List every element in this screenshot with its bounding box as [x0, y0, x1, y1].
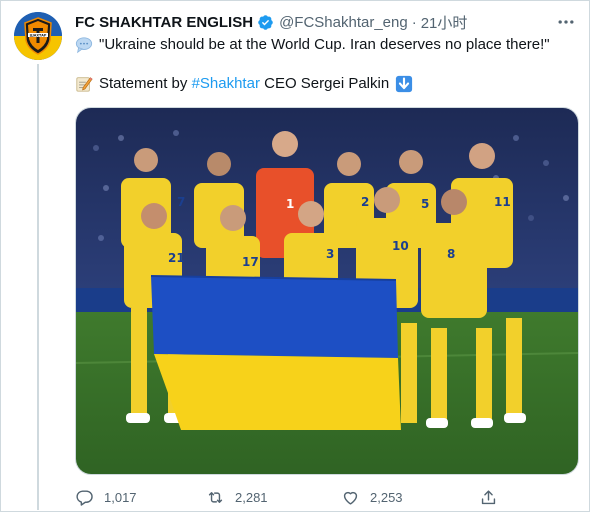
handle[interactable]: @FCShakhtar_eng: [279, 14, 408, 31]
heart-icon: [343, 491, 358, 505]
tweet-header: FC SHAKHTAR ENGLISH @FCShakhtar_eng · 21…: [75, 12, 467, 32]
jersey-number: 3: [326, 247, 334, 261]
tweet-text-line-2: Statement by #Shakhtar CEO Sergei Palkin: [75, 74, 413, 94]
down-arrow-icon: [396, 75, 413, 93]
avatar-column: ШАХТАР: [14, 12, 62, 60]
retweet-count: 2,281: [235, 489, 268, 505]
hashtag-link[interactable]: #Shakhtar: [192, 74, 260, 94]
reply-icon: [76, 489, 93, 506]
share-icon: [481, 489, 496, 504]
speech-balloon-icon: [75, 37, 93, 54]
like-count: 2,253: [370, 489, 403, 505]
display-name[interactable]: FC SHAKHTAR ENGLISH: [75, 14, 253, 31]
jersey-number: 10: [392, 239, 409, 253]
reply-count: 1,017: [104, 489, 137, 505]
statement-prefix: Statement by: [99, 75, 192, 92]
shakhtar-crest-icon: ШАХТАР: [14, 12, 62, 60]
jersey-number: 17: [242, 255, 259, 269]
more-options-icon[interactable]: [556, 12, 576, 32]
jersey-number: 8: [447, 247, 455, 261]
like-button[interactable]: 2,253: [341, 486, 403, 508]
jersey-number: 11: [494, 195, 511, 209]
avatar-lettering: ШАХТАР: [30, 33, 47, 37]
jersey-number: 21: [168, 251, 185, 265]
thread-line: [37, 64, 39, 510]
share-button[interactable]: [479, 486, 498, 508]
jersey-number: 7: [177, 195, 185, 209]
statement-suffix: CEO Sergei Palkin: [259, 75, 390, 92]
tweet-photo[interactable]: 7 1 2 5 11 21 17 3 10 8: [75, 107, 579, 475]
retweet-button[interactable]: 2,281: [206, 486, 268, 508]
avatar[interactable]: ШАХТАР: [14, 12, 62, 60]
ukraine-flag: [150, 275, 401, 430]
team-photo-illustration: 7 1 2 5 11 21 17 3 10 8: [76, 108, 578, 474]
timestamp[interactable]: 21小时: [421, 12, 468, 33]
reply-button[interactable]: 1,017: [75, 486, 137, 508]
tweet-actions: 1,017 2,281 2,253: [75, 486, 505, 508]
verified-badge-icon: [258, 14, 273, 30]
jersey-number: 2: [361, 195, 369, 209]
tweet-text-line-1: "Ukraine should be at the World Cup. Ira…: [75, 35, 550, 55]
memo-icon: [76, 77, 93, 92]
jersey-number: 5: [421, 197, 429, 211]
retweet-icon: [208, 491, 223, 503]
jersey-number: 1: [286, 197, 294, 211]
quote-text: "Ukraine should be at the World Cup. Ira…: [99, 36, 550, 53]
separator-dot: ·: [411, 13, 417, 31]
